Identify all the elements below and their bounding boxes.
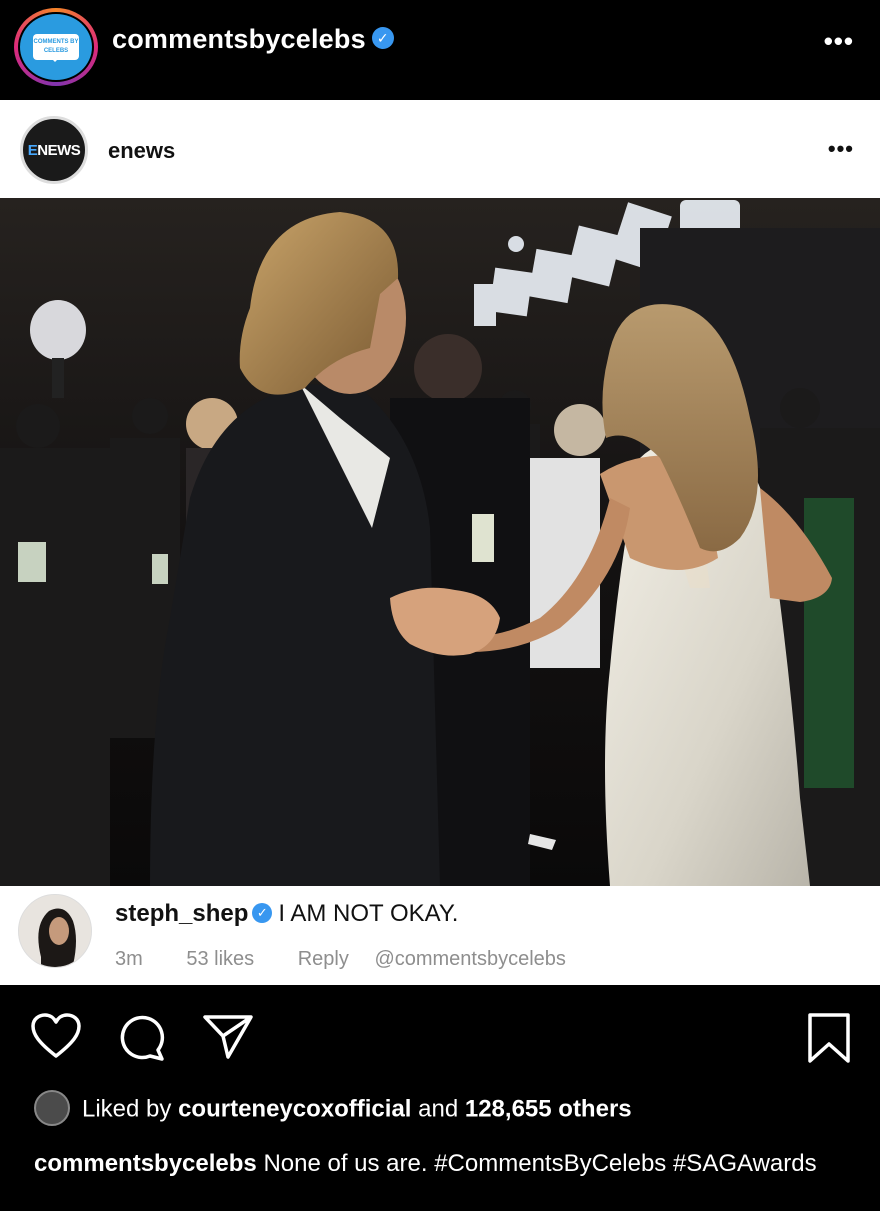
post-caption: commentsbycelebs None of us are. #Commen… bbox=[34, 1148, 854, 1180]
comment-body: I AM NOT OKAY. bbox=[278, 900, 459, 927]
embedded-post-card: ENEWS enews ••• steph_shep ✓ I AM NOT OK… bbox=[0, 100, 880, 985]
reply-button[interactable]: Reply bbox=[298, 948, 349, 970]
share-icon[interactable] bbox=[202, 1012, 254, 1060]
heart-icon[interactable] bbox=[30, 1012, 82, 1060]
liked-by-and: and bbox=[418, 1095, 459, 1123]
liked-by-prefix: Liked by bbox=[82, 1095, 172, 1123]
more-icon[interactable]: ••• bbox=[824, 26, 854, 57]
verified-icon: ✓ bbox=[252, 902, 273, 923]
embedded-more-icon[interactable]: ••• bbox=[828, 136, 854, 162]
comment-username[interactable]: steph_shep bbox=[115, 900, 248, 927]
comment-time: 3m bbox=[115, 948, 143, 970]
post-photo[interactable] bbox=[0, 198, 880, 886]
profile-username-text[interactable]: commentsbycelebs bbox=[112, 24, 366, 54]
commenter-avatar[interactable] bbox=[18, 894, 92, 968]
likes-row: Liked by courteneycoxofficial and 128,65… bbox=[34, 1090, 632, 1128]
bookmark-icon[interactable] bbox=[806, 1012, 852, 1064]
profile-avatar[interactable]: COMMENTS BY CELEBS bbox=[14, 8, 98, 86]
embedded-post-username[interactable]: enews bbox=[108, 138, 175, 164]
caption-username[interactable]: commentsbycelebs bbox=[34, 1150, 257, 1177]
verified-icon: ✓ bbox=[371, 26, 394, 49]
watermark-handle: @commentsbycelebs bbox=[374, 948, 566, 970]
comment-icon[interactable] bbox=[116, 1012, 168, 1062]
profile-username[interactable]: commentsbycelebs ✓ bbox=[112, 24, 394, 55]
liked-by-count[interactable]: 128,655 others bbox=[465, 1095, 632, 1122]
avatar-logo-text: COMMENTS BY CELEBS bbox=[33, 34, 79, 62]
enews-logo-news: NEWS bbox=[37, 141, 81, 159]
comment-likes[interactable]: 53 likes bbox=[186, 948, 254, 970]
comment-text: steph_shep ✓ I AM NOT OKAY. bbox=[115, 900, 458, 928]
enews-avatar[interactable]: ENEWS bbox=[20, 116, 88, 184]
liked-by-user[interactable]: courteneycoxofficial bbox=[178, 1095, 411, 1122]
embedded-post-header: ENEWS enews ••• bbox=[0, 100, 880, 198]
commenter-avatar-image bbox=[19, 895, 91, 967]
post-actions bbox=[0, 1000, 880, 1080]
comment-meta: 3m 53 likes Reply @commentsbycelebs bbox=[115, 948, 566, 971]
liker-avatar[interactable] bbox=[34, 1090, 70, 1126]
caption-text: None of us are. #CommentsByCelebs #SAGAw… bbox=[263, 1150, 817, 1177]
comment-row: steph_shep ✓ I AM NOT OKAY. 3m 53 likes Re… bbox=[0, 886, 880, 985]
post-photo-illustration bbox=[0, 198, 880, 886]
enews-logo-e: E bbox=[27, 141, 38, 159]
top-header: COMMENTS BY CELEBS commentsbycelebs ✓ ••• bbox=[0, 0, 880, 100]
